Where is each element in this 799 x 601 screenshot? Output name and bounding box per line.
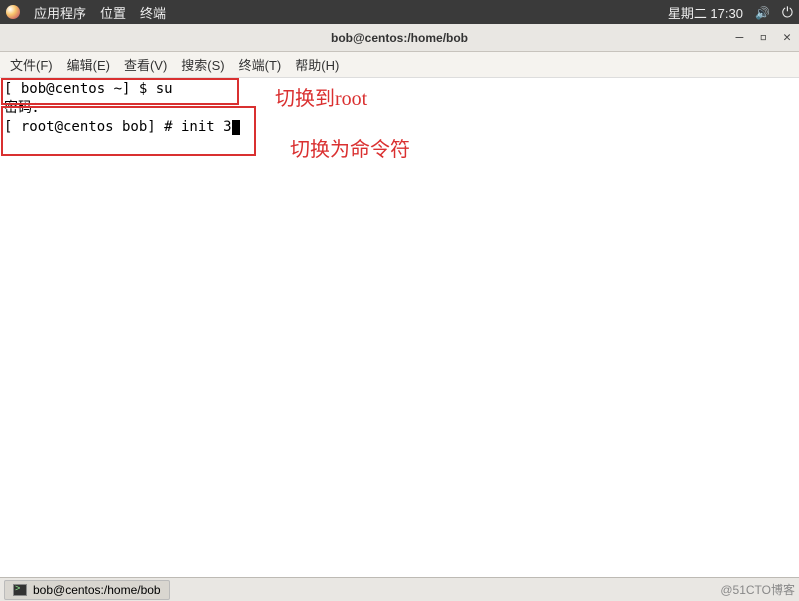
terminal-line: 密码： [4,99,795,118]
watermark-text: @51CTO博客 [720,581,795,598]
panel-menu-applications[interactable]: 应用程序 [34,3,86,22]
menu-view[interactable]: 查看(V) [124,55,167,74]
taskbar-window-button[interactable]: bob@centos:/home/bob [4,580,170,600]
volume-icon[interactable] [755,5,770,20]
taskbar-window-label: bob@centos:/home/bob [33,583,161,597]
menu-edit[interactable]: 编辑(E) [67,55,110,74]
panel-menu-places[interactable]: 位置 [100,3,126,22]
terminal-cursor [232,120,240,135]
terminal-icon [13,584,27,596]
window-title: bob@centos:/home/bob [331,31,468,45]
panel-clock[interactable]: 星期二 17:30 [668,3,743,22]
distro-logo-icon [6,5,20,19]
menu-file[interactable]: 文件(F) [10,55,53,74]
power-icon[interactable] [782,4,793,21]
annotation-label: 切换到root [275,82,367,111]
terminal-menubar: 文件(F) 编辑(E) 查看(V) 搜索(S) 终端(T) 帮助(H) [0,52,799,78]
desktop-top-panel: 应用程序 位置 终端 星期二 17:30 [0,0,799,24]
window-titlebar[interactable]: bob@centos:/home/bob — ▫ ✕ [0,24,799,52]
menu-terminal[interactable]: 终端(T) [239,55,282,74]
minimize-button[interactable]: — [736,30,744,45]
desktop-taskbar: bob@centos:/home/bob @51CTO博客 [0,577,799,601]
close-button[interactable]: ✕ [783,30,791,45]
menu-help[interactable]: 帮助(H) [295,55,339,74]
annotation-label: 切换为命令符 [290,133,410,162]
panel-menu-terminal[interactable]: 终端 [140,3,166,22]
terminal-line: [ bob@centos ~] $ su [4,80,795,99]
menu-search[interactable]: 搜索(S) [181,55,224,74]
maximize-button[interactable]: ▫ [759,30,767,45]
